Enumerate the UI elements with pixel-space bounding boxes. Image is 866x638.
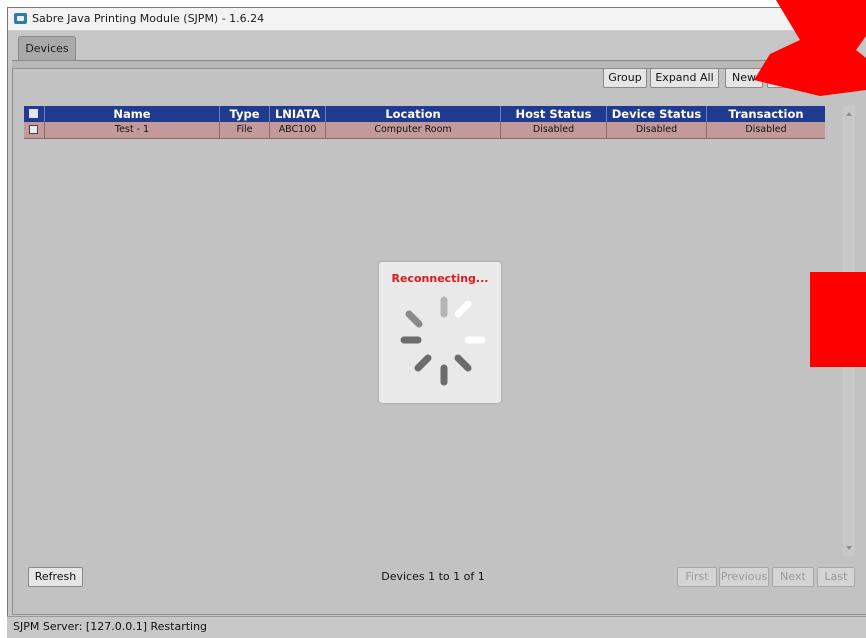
- scroll-up-icon[interactable]: [846, 112, 852, 116]
- edit-button[interactable]: Edit: [767, 68, 805, 88]
- cell-location: Computer Room: [326, 122, 501, 138]
- status-bar: SJPM Server: [127.0.0.1] Restarting: [7, 616, 866, 638]
- spinner-spoke: [414, 354, 432, 372]
- group-button[interactable]: Group: [603, 68, 647, 88]
- next-button[interactable]: Next: [772, 567, 814, 587]
- status-text: SJPM Server: [127.0.0.1] Restarting: [13, 620, 208, 633]
- previous-button[interactable]: Previous: [719, 567, 769, 587]
- column-device-status[interactable]: Device Status: [607, 106, 707, 122]
- last-button[interactable]: Last: [817, 567, 855, 587]
- column-transaction-status[interactable]: Transaction Status: [707, 106, 825, 137]
- cell-host-status: Disabled: [501, 122, 607, 138]
- column-host-status[interactable]: Host Status: [501, 106, 607, 122]
- window-title: Sabre Java Printing Module (SJPM) - 1.6.…: [32, 12, 265, 25]
- cell-device-status: Disabled: [607, 122, 707, 138]
- reconnecting-dialog: Reconnecting...: [379, 262, 501, 403]
- column-lniata[interactable]: LNIATA: [270, 106, 326, 122]
- app-icon: [14, 13, 27, 24]
- scroll-down-icon[interactable]: [846, 546, 852, 550]
- spinner-spoke: [454, 300, 472, 318]
- row-select[interactable]: [24, 122, 45, 138]
- spinner-spoke: [454, 354, 472, 372]
- cell-type: File: [220, 122, 270, 138]
- expand-all-button[interactable]: Expand All: [650, 68, 719, 88]
- column-location[interactable]: Location: [326, 106, 501, 122]
- table-header: Name Type LNIATA Location Host Status De…: [24, 106, 825, 137]
- checkbox-icon[interactable]: [29, 109, 38, 118]
- spinner-spoke: [405, 310, 423, 328]
- select-all-header[interactable]: [24, 106, 45, 122]
- cell-transaction-status: Disabled: [745, 124, 787, 135]
- title-bar: Sabre Java Printing Module (SJPM) - 1.6.…: [8, 8, 866, 31]
- reconnecting-text: Reconnecting...: [391, 272, 489, 285]
- cell-lniata: ABC100: [270, 122, 326, 138]
- checkbox-icon[interactable]: [29, 125, 38, 134]
- column-name[interactable]: Name: [45, 106, 220, 122]
- annotation-block: [810, 272, 866, 367]
- new-button[interactable]: New: [725, 68, 763, 88]
- delete-button[interactable]: De: [809, 68, 853, 88]
- cell-name: Test - 1: [45, 122, 220, 138]
- first-button[interactable]: First: [677, 567, 717, 587]
- table-row[interactable]: Test - 1 File ABC100 Computer Room Disab…: [24, 122, 825, 139]
- spinner-icon: [400, 296, 486, 386]
- tab-devices[interactable]: Devices: [18, 36, 76, 61]
- column-type[interactable]: Type: [220, 106, 270, 122]
